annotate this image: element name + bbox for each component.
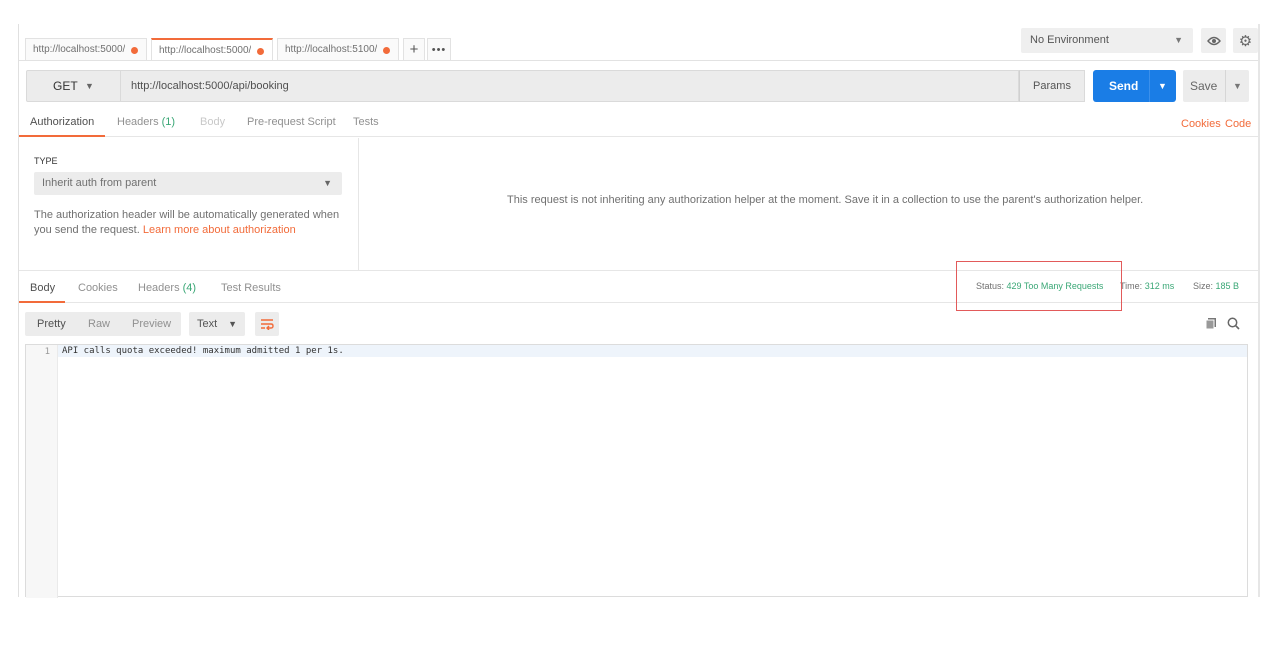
view-mode-group: Pretty Raw Preview (25, 312, 181, 336)
preview-button[interactable]: Preview (132, 312, 171, 336)
search-icon[interactable] (1227, 317, 1240, 333)
line-number-gutter: 1 (26, 345, 58, 598)
wrap-lines-icon[interactable] (255, 312, 279, 336)
pretty-button[interactable]: Pretty (37, 318, 66, 330)
raw-button[interactable]: Raw (88, 312, 110, 336)
line-number: 1 (44, 347, 50, 357)
response-body-line: API calls quota exceeded! maximum admitt… (62, 346, 344, 356)
chevron-down-icon: ▼ (228, 319, 237, 329)
format-select[interactable]: Text ▼ (189, 312, 245, 336)
format-value: Text (197, 318, 218, 330)
response-body-editor[interactable]: 1 API calls quota exceeded! maximum admi… (25, 344, 1248, 598)
response-area: Pretty Raw Preview Text ▼ 1 API calls qu… (18, 24, 1271, 598)
copy-icon[interactable] (1205, 317, 1217, 332)
